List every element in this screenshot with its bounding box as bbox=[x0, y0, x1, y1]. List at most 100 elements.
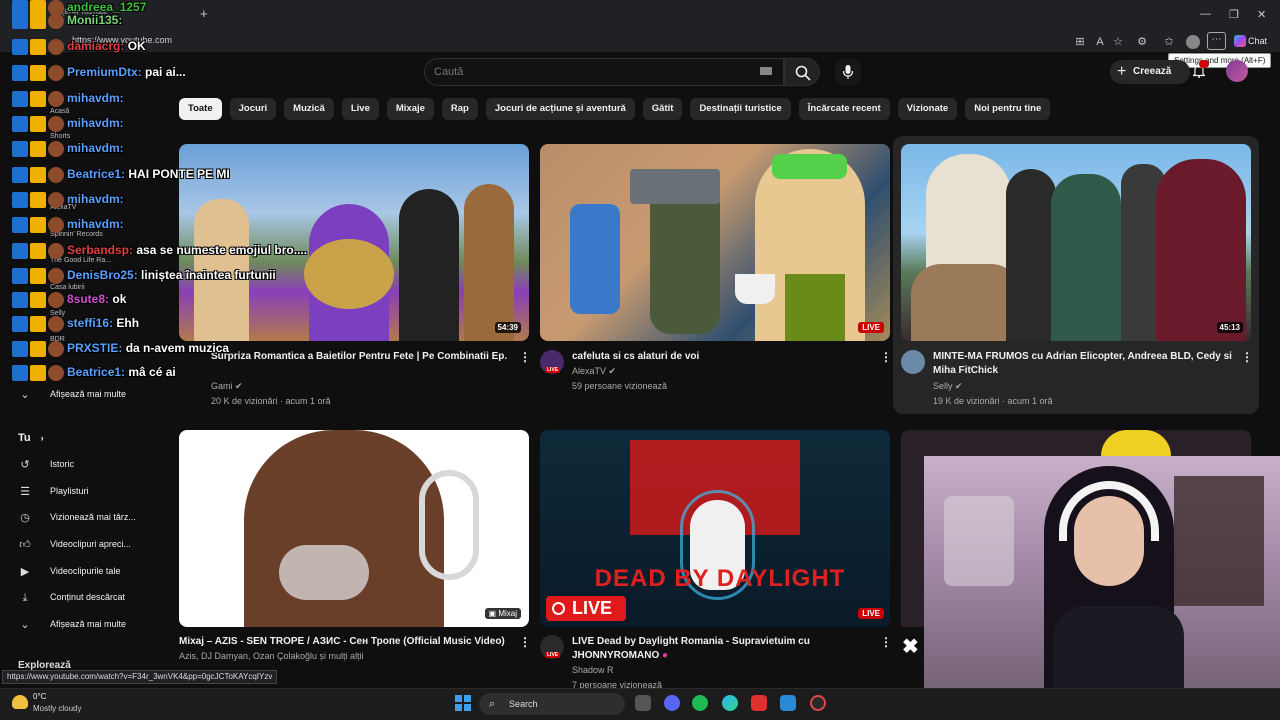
chat-badge-icon bbox=[12, 316, 28, 332]
video-title[interactable]: Surpriza Romantica a Baietilor Pentru Fe… bbox=[211, 350, 511, 364]
video-thumbnail[interactable] bbox=[901, 430, 1251, 456]
crown-badge-icon bbox=[30, 39, 46, 55]
app-icon[interactable] bbox=[810, 695, 826, 711]
thumbs-up-icon: 👍︎ bbox=[19, 539, 31, 551]
start-button[interactable] bbox=[455, 695, 471, 711]
video-title[interactable]: Mixaj – AZIS - SEN TROPE / АЗИС - Сен Тр… bbox=[179, 635, 519, 649]
chevron-right-icon: › bbox=[40, 433, 44, 443]
weather-description[interactable]: Mostly cloudy bbox=[33, 704, 81, 713]
chat-avatar-icon bbox=[48, 91, 64, 107]
video-icon: ▶ bbox=[20, 566, 30, 578]
link-status-bar: https://www.youtube.com/watch?v=F34r_3wn… bbox=[2, 670, 278, 684]
thumbnail-soldier bbox=[650, 184, 720, 334]
verified-icon: ✔ bbox=[608, 366, 617, 376]
keyboard-icon[interactable] bbox=[760, 67, 772, 75]
settings-more-button[interactable]: ⋯ bbox=[1207, 32, 1226, 50]
sidebar-you-heading[interactable]: Tu › bbox=[18, 432, 44, 444]
edge-icon[interactable] bbox=[722, 695, 738, 711]
user-avatar[interactable] bbox=[1226, 60, 1248, 82]
video-thumbnail[interactable]: ▣ Mixaj bbox=[179, 430, 529, 627]
microphone-icon bbox=[842, 65, 854, 79]
chat-message: mihavdm: bbox=[12, 116, 124, 134]
weather-icon[interactable] bbox=[12, 695, 28, 709]
chat-message: PremiumDtx: pai ai... bbox=[12, 65, 186, 83]
weather-temperature[interactable]: 0°C bbox=[33, 692, 46, 701]
create-label: Creează bbox=[1133, 66, 1172, 77]
filter-chip[interactable]: Noi pentru tine bbox=[965, 98, 1051, 120]
channel-avatar[interactable] bbox=[901, 350, 925, 374]
video-channel[interactable]: Gami ✔ bbox=[211, 381, 243, 392]
chat-message: mihavdm: bbox=[12, 192, 124, 210]
video-title[interactable]: cafeluta si cs alaturi de voi bbox=[572, 350, 872, 364]
filter-chip[interactable]: Destinații turistice bbox=[690, 98, 791, 120]
chat-avatar-icon bbox=[48, 39, 64, 55]
video-title[interactable]: LIVE Dead by Daylight Romania - Supravie… bbox=[572, 635, 872, 663]
store-icon[interactable] bbox=[780, 695, 796, 711]
filter-chip[interactable]: Gătit bbox=[642, 98, 683, 120]
taskbar-search-label: Search bbox=[509, 699, 538, 709]
profile-icon[interactable] bbox=[1186, 35, 1200, 49]
taskbar-search[interactable]: ⌕ Search bbox=[479, 693, 625, 715]
close-window-button[interactable]: ✕ bbox=[1257, 8, 1266, 21]
chat-avatar-icon bbox=[48, 292, 64, 308]
crown-badge-icon bbox=[30, 192, 46, 208]
new-tab-button[interactable]: + bbox=[200, 6, 208, 21]
video-title[interactable]: MINTE-MA FRUMOS cu Adrian Elicopter, And… bbox=[933, 350, 1243, 378]
search-input[interactable] bbox=[434, 64, 734, 80]
video-thumbnail[interactable]: 45:13 bbox=[901, 144, 1251, 341]
chat-badge-icon bbox=[12, 65, 28, 81]
more-actions-icon[interactable]: ⋮ bbox=[519, 635, 531, 649]
filter-chip[interactable]: Mixaje bbox=[386, 98, 434, 120]
search-button[interactable] bbox=[784, 58, 820, 86]
chat-text: ok bbox=[112, 292, 127, 307]
sidebar-item-home[interactable]: Acasă bbox=[50, 108, 69, 115]
chat-message: mihavdm: bbox=[12, 91, 124, 109]
close-x-icon[interactable]: ✖ bbox=[902, 634, 919, 659]
extensions-icon[interactable]: ⚙ bbox=[1135, 35, 1149, 49]
read-aloud-icon[interactable]: A bbox=[1093, 35, 1107, 49]
thumbnail-live-banner: LIVE bbox=[546, 596, 626, 621]
voice-search-button[interactable] bbox=[834, 58, 862, 86]
copilot-chat-button[interactable]: Chat bbox=[1230, 32, 1276, 50]
create-button[interactable]: + Creează bbox=[1110, 60, 1190, 84]
chat-message: PRXSTIE: da n-avem muzica bbox=[12, 341, 229, 359]
filter-chip[interactable]: Vizionate bbox=[897, 98, 958, 120]
chat-text: HAI PONTE PE MI bbox=[128, 167, 230, 182]
filter-chip[interactable]: Live bbox=[341, 98, 379, 120]
app-available-icon[interactable]: ⊞ bbox=[1073, 35, 1087, 49]
video-thumbnail[interactable]: LIVE bbox=[540, 144, 890, 341]
app-icon[interactable] bbox=[751, 695, 767, 711]
video-meta: 20 K de vizionări · acum 1 oră bbox=[211, 396, 331, 406]
filter-chip[interactable]: Muzică bbox=[284, 98, 334, 120]
filter-chip[interactable]: Toate bbox=[179, 98, 222, 120]
notification-count-badge bbox=[1199, 60, 1209, 68]
task-view-icon[interactable] bbox=[635, 695, 651, 711]
filter-chip[interactable]: Încărcate recent bbox=[798, 98, 890, 120]
favorite-star-icon[interactable]: ☆ bbox=[1111, 35, 1125, 49]
more-actions-icon[interactable]: ⋮ bbox=[880, 635, 892, 649]
video-channel[interactable]: Selly ✔ bbox=[933, 381, 963, 392]
more-actions-icon[interactable]: ⋮ bbox=[519, 350, 531, 364]
streamer-webcam bbox=[924, 456, 1280, 720]
chat-badge-icon bbox=[12, 39, 28, 55]
maximize-button[interactable]: ❐ bbox=[1229, 8, 1239, 21]
spotify-icon[interactable] bbox=[692, 695, 708, 711]
video-channel[interactable]: AlexaTV ✔ bbox=[572, 366, 616, 377]
sidebar-item-shorts[interactable]: Shorts bbox=[50, 133, 70, 140]
history-label: Istoric bbox=[50, 459, 75, 469]
more-actions-icon[interactable]: ⋮ bbox=[880, 350, 892, 364]
discord-icon[interactable] bbox=[664, 695, 680, 711]
thumbnail-person bbox=[1006, 169, 1056, 341]
filter-chip[interactable]: Rap bbox=[441, 98, 478, 120]
video-thumbnail[interactable]: DEAD BY DAYLIGHT LIVE LIVE bbox=[540, 430, 890, 627]
filter-chip[interactable]: Jocuri de acțiune și aventură bbox=[485, 98, 635, 120]
chat-username: 8sute8: bbox=[67, 292, 110, 307]
more-actions-icon[interactable]: ⋮ bbox=[1241, 350, 1253, 364]
channel-name: AlexaTV bbox=[572, 366, 607, 376]
chat-avatar-icon bbox=[48, 217, 64, 233]
favorites-icon[interactable]: ✩ bbox=[1162, 35, 1176, 49]
filter-chip[interactable]: Jocuri bbox=[229, 98, 277, 120]
minimize-button[interactable]: — bbox=[1200, 8, 1211, 20]
video-channel[interactable]: Azis, DJ Damyan, Ozan Çolakoğlu și mulți… bbox=[179, 651, 364, 661]
video-channel[interactable]: Shadow R bbox=[572, 665, 614, 675]
